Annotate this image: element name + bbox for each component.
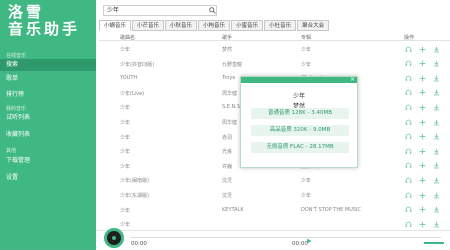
source-tabs: 小蜗音乐 小芒音乐 小秋音乐 小枸音乐 小蜜音乐 小杜音乐 聚合大会 [99,20,330,31]
sidebar-item-songlist[interactable]: 歌单 [0,73,96,85]
header-actions: 操作 [404,35,415,41]
app-logo: 洛雪 音乐助手 [8,4,90,38]
progress-bar[interactable] [131,237,441,238]
section-my-music: 我的音乐 [6,106,27,112]
tab-source-5[interactable]: 小蜜音乐 [231,20,264,31]
sidebar-item-leaderboard[interactable]: 排行榜 [0,89,96,101]
dialog-titlebar: × [241,77,357,83]
section-other: 其他 [6,148,17,154]
player-bar: 00:00 00:00 [96,228,450,250]
logo-line2: 音乐助手 [8,20,81,38]
sidebar-item-search[interactable]: 搜索 [0,59,96,71]
quality-lossless-button[interactable]: 无损音质 FLAC - 28.17MB [251,142,349,153]
tab-aggregate[interactable]: 聚合大会 [297,20,330,31]
sidebar-item-downloads[interactable]: 下载管理 [0,155,96,167]
header-artist: 歌手 [222,35,233,41]
volume-slider[interactable] [424,242,444,244]
quality-dialog: × 少年 梦然 普通音质 128K - 3.40MB 高品音质 320K - 9… [240,76,358,168]
time-current: 00:00 [131,241,147,247]
sidebar-item-favorites[interactable]: 收藏列表 [0,129,96,141]
quality-standard-button[interactable]: 普通音质 128K - 3.40MB [251,108,349,119]
tab-source-2[interactable]: 小芒音乐 [132,20,165,31]
tab-source-6[interactable]: 小杜音乐 [264,20,297,31]
search-input[interactable]: 少年 [103,5,217,16]
table-header: 歌曲名 歌手 专辑 操作 [99,32,450,41]
logo-line1: 洛雪 [8,3,45,21]
sidebar-item-trial-list[interactable]: 试听列表 [0,112,96,124]
play-icon[interactable] [306,238,312,246]
header-title: 歌曲名 [120,35,136,41]
tab-source-4[interactable]: 小枸音乐 [198,20,231,31]
search-icon[interactable] [208,6,217,15]
sidebar: 洛雪 音乐助手 在线音乐 搜索 歌单 排行榜 我的音乐 试听列表 收藏列表 其他… [0,0,96,250]
tab-source-3[interactable]: 小秋音乐 [165,20,198,31]
dialog-song-title: 少年 [292,93,305,100]
close-icon[interactable]: × [350,77,355,83]
header-album: 专辑 [301,35,312,41]
quality-high-button[interactable]: 高品音质 320K - 9.0MB [251,125,349,136]
album-art-disc[interactable] [104,228,124,248]
sidebar-item-settings[interactable]: 设置 [0,172,96,184]
section-online-music: 在线音乐 [6,53,27,59]
tab-source-1[interactable]: 小蜗音乐 [99,20,132,31]
